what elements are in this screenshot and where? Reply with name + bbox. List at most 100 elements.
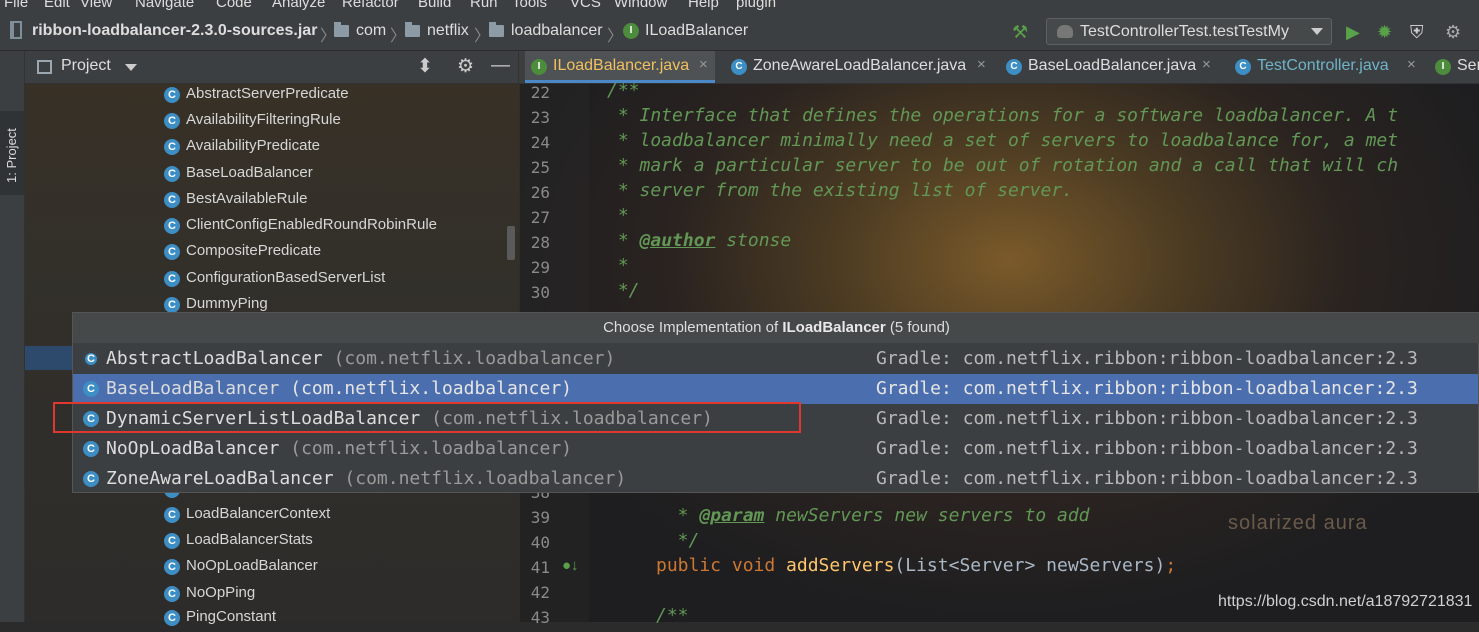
project-panel-header: Project ⬍ ⚙ —	[25, 51, 518, 84]
tree-item-label: BaseLoadBalancer	[186, 164, 313, 181]
url-watermark: https://blog.csdn.net/a18792721831	[1218, 593, 1473, 610]
breadcrumb-com[interactable]: com	[356, 22, 386, 40]
line-number: 39	[530, 508, 550, 527]
tab-testcontroller[interactable]: C TestController.java ×	[1229, 51, 1425, 83]
class-icon: C	[164, 166, 180, 182]
navigation-bar: ribbon-loadbalancer-2.3.0-sources.jar 〉 …	[0, 12, 1479, 51]
tree-scrollbar[interactable]	[507, 226, 515, 260]
menu-view[interactable]: View	[80, 0, 112, 11]
class-name: ZoneAwareLoadBalancer	[106, 468, 334, 489]
close-icon[interactable]: ×	[699, 56, 708, 73]
library-location: Gradle: com.netflix.ribbon:ribbon-loadba…	[876, 348, 1418, 369]
line-number: 22	[530, 83, 550, 102]
class-name: AbstractLoadBalancer	[106, 348, 323, 369]
implementation-row[interactable]: C AbstractLoadBalancer (com.netflix.load…	[73, 344, 1478, 374]
class-icon: C	[83, 471, 99, 487]
class-icon: C	[164, 297, 180, 313]
run-icon[interactable]: ▶	[1346, 22, 1360, 43]
line-number: 26	[530, 183, 550, 202]
editor-tabs: I ILoadBalancer.java × C ZoneAwareLoadBa…	[519, 51, 1479, 84]
project-view-title[interactable]: Project	[61, 57, 111, 75]
line-number: 23	[530, 108, 550, 127]
menu-run[interactable]: Run	[470, 0, 498, 11]
menu-refactor[interactable]: Refactor	[342, 0, 399, 11]
implementation-row[interactable]: C NoOpLoadBalancer (com.netflix.loadbala…	[73, 434, 1478, 464]
implemented-gutter-icon[interactable]: ●↓	[562, 557, 579, 574]
code-line: * Interface that defines the operations …	[607, 105, 1399, 126]
menu-vcs[interactable]: VCS	[570, 0, 601, 11]
menu-build[interactable]: Build	[418, 0, 451, 11]
class-icon: C	[164, 533, 180, 549]
line-number: 25	[530, 158, 550, 177]
popup-title-suffix: (5 found)	[885, 319, 950, 336]
menu-file[interactable]: File	[4, 0, 28, 11]
highlight-annotation-box	[53, 402, 801, 433]
tree-item-label: LoadBalancerContext	[186, 505, 331, 522]
tree-item-label: AvailabilityFilteringRule	[186, 111, 341, 128]
code-line: */	[607, 280, 640, 301]
line-number: 28	[530, 233, 550, 252]
minimize-icon[interactable]: —	[491, 55, 510, 77]
collapse-all-icon[interactable]: ⬍	[417, 55, 433, 78]
implementation-name: AbstractLoadBalancer (com.netflix.loadba…	[106, 348, 615, 369]
coverage-shield-icon[interactable]: ⛨	[1410, 22, 1424, 43]
line-number: 41	[530, 558, 550, 577]
class-icon: C	[164, 610, 180, 626]
menu-help[interactable]: Help	[688, 0, 719, 11]
tree-item-label: PingConstant	[186, 608, 277, 625]
implementation-row-selected[interactable]: C BaseLoadBalancer (com.netflix.loadbala…	[73, 374, 1478, 404]
tab-baseloadbalancer[interactable]: C BaseLoadBalancer.java ×	[1000, 51, 1218, 83]
menu-plugin[interactable]: plugin	[736, 0, 776, 11]
line-number: 43	[530, 608, 550, 627]
interface-icon: I	[623, 23, 639, 39]
jar-icon	[10, 21, 22, 39]
comment-text: *	[656, 505, 700, 526]
run-configuration-select[interactable]: TestControllerTest.testTestMy	[1046, 18, 1332, 45]
tree-selection-highlight	[25, 346, 72, 370]
project-tool-label[interactable]: 1: Project	[4, 128, 19, 183]
package-name: (com.netflix.loadbalancer)	[279, 378, 572, 399]
breadcrumb-current[interactable]: ILoadBalancer	[645, 22, 748, 40]
javadoc-tag: @author	[639, 230, 716, 251]
profile-icon[interactable]: ⚙	[1445, 22, 1461, 43]
close-icon[interactable]: ×	[1407, 56, 1416, 73]
tab-zoneawareloadbalancer[interactable]: C ZoneAwareLoadBalancer.java ×	[725, 51, 987, 83]
class-icon: C	[164, 192, 180, 208]
chevron-down-icon[interactable]	[125, 64, 137, 71]
menu-edit[interactable]: Edit	[44, 0, 70, 11]
implementation-row[interactable]: C ZoneAwareLoadBalancer (com.netflix.loa…	[73, 464, 1478, 494]
package-name: (com.netflix.loadbalancer)	[333, 468, 627, 489]
tool-window-strip: 1: Project	[0, 51, 25, 622]
interface-icon: I	[531, 59, 547, 75]
code-line: */	[656, 530, 700, 551]
keyword-text: ;	[1165, 555, 1177, 576]
close-icon[interactable]: ×	[977, 56, 986, 73]
code-line: * @param newServers new servers to add	[656, 505, 1090, 526]
tree-item-label: AbstractServerPredicate	[186, 85, 349, 102]
menu-analyze[interactable]: Analyze	[272, 0, 325, 11]
menu-code[interactable]: Code	[216, 0, 252, 11]
class-icon: C	[164, 271, 180, 287]
tree-item-label: NoOpPing	[186, 584, 256, 601]
hammer-build-icon[interactable]: ⚒	[1012, 22, 1028, 43]
debug-bug-icon[interactable]: ✹	[1377, 22, 1392, 43]
line-number: 27	[530, 208, 550, 227]
tab-ser[interactable]: I Ser	[1429, 51, 1479, 83]
gear-icon[interactable]: ⚙	[457, 55, 474, 78]
breadcrumb-netflix[interactable]: netflix	[427, 22, 469, 40]
menu-bar: File Edit View Navigate Code Analyze Ref…	[0, 0, 1479, 12]
menu-navigate[interactable]: Navigate	[135, 0, 194, 11]
line-number: 30	[530, 283, 550, 302]
code-line: /**	[607, 80, 640, 101]
tab-label: Ser	[1457, 57, 1479, 74]
breadcrumb-loadbalancer[interactable]: loadbalancer	[511, 22, 603, 40]
breadcrumb-jar[interactable]: ribbon-loadbalancer-2.3.0-sources.jar	[32, 22, 317, 40]
tree-item-label: ClientConfigEnabledRoundRobinRule	[186, 216, 438, 233]
menu-tools[interactable]: Tools	[512, 0, 547, 11]
menu-window[interactable]: Window	[614, 0, 667, 11]
close-icon[interactable]: ×	[1202, 56, 1211, 73]
class-icon: C	[164, 507, 180, 523]
code-line: *	[607, 205, 629, 226]
implementation-name: ZoneAwareLoadBalancer (com.netflix.loadb…	[106, 468, 626, 489]
tab-iloadbalancer[interactable]: I ILoadBalancer.java ×	[525, 51, 715, 83]
